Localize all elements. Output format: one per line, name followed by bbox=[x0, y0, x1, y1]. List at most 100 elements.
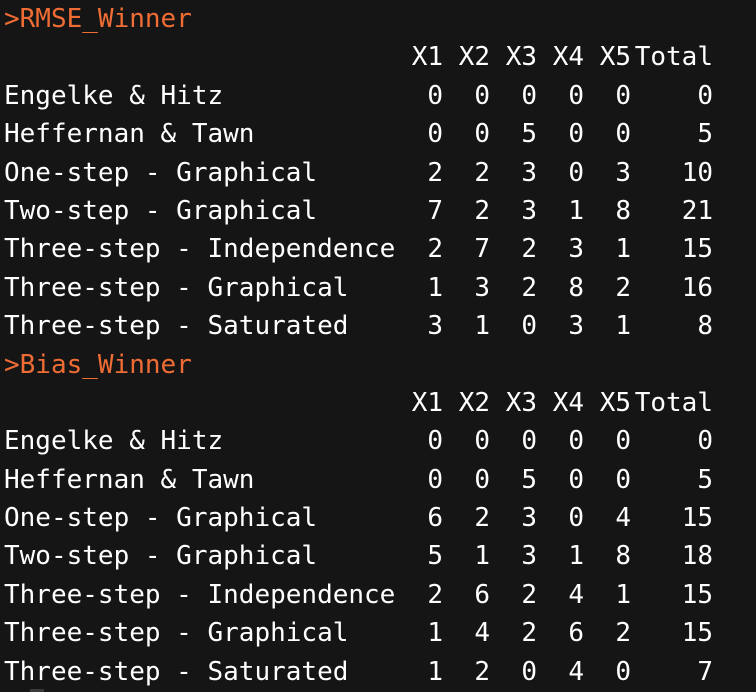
table-cell: 5 bbox=[521, 464, 537, 495]
table-cell: 2 bbox=[427, 157, 443, 188]
table-cell: 4 bbox=[615, 503, 631, 534]
table-cell: 0 bbox=[697, 80, 713, 111]
table-cell: 4 bbox=[474, 618, 490, 649]
table-row: Three-step - Graphical 1 4 2 6 2 15 bbox=[4, 614, 756, 652]
command-text: Bias_Winner bbox=[19, 349, 192, 380]
table-cell: 2 bbox=[615, 618, 631, 649]
table-cell: 2 bbox=[521, 579, 537, 610]
table-cell: 0 bbox=[521, 656, 537, 687]
table-cell: 5 bbox=[697, 464, 713, 495]
row-label: Three-step - Independence bbox=[4, 234, 396, 265]
table-cell: 1 bbox=[427, 618, 443, 649]
row-label: Three-step - Saturated bbox=[4, 656, 349, 687]
table-cell: 21 bbox=[681, 195, 713, 226]
table-cell: 3 bbox=[568, 234, 584, 265]
command-text: RMSE_Winner bbox=[19, 4, 192, 34]
table-cell: 3 bbox=[427, 311, 443, 342]
column-header: X4 bbox=[552, 387, 584, 418]
table-cell: 5 bbox=[521, 119, 537, 150]
table-cell: 7 bbox=[697, 656, 713, 687]
table-cell: 2 bbox=[427, 579, 443, 610]
table-cell: 0 bbox=[521, 426, 537, 457]
table-cell: 0 bbox=[474, 119, 490, 150]
table-cell: 8 bbox=[568, 272, 584, 303]
table-cell: 0 bbox=[615, 80, 631, 111]
table-cell: 0 bbox=[615, 119, 631, 150]
table-cell: 8 bbox=[615, 195, 631, 226]
table-cell: 0 bbox=[568, 157, 584, 188]
table-cell: 18 bbox=[681, 541, 713, 572]
table-cell: 7 bbox=[474, 234, 490, 265]
table-cell: 15 bbox=[681, 234, 713, 265]
table-cell: 0 bbox=[427, 464, 443, 495]
row-label: Heffernan & Tawn bbox=[4, 119, 255, 150]
table-cell: 3 bbox=[474, 272, 490, 303]
table-cell: 0 bbox=[615, 426, 631, 457]
table-cell: 0 bbox=[615, 656, 631, 687]
row-label: Three-step - Graphical bbox=[4, 272, 349, 303]
table-row: Three-step - Saturated 1 2 0 4 0 7 bbox=[4, 653, 756, 691]
table-cell: 8 bbox=[615, 541, 631, 572]
table-row: Heffernan & Tawn 0 0 5 0 0 5 bbox=[4, 461, 756, 499]
row-label: Heffernan & Tawn bbox=[4, 464, 255, 495]
column-header: X5 bbox=[599, 42, 631, 73]
table-cell: 5 bbox=[427, 541, 443, 572]
table-cell: 1 bbox=[568, 541, 584, 572]
table-cell: 1 bbox=[474, 311, 490, 342]
row-label: Three-step - Graphical bbox=[4, 618, 349, 649]
table-cell: 3 bbox=[615, 157, 631, 188]
table-cell: 2 bbox=[615, 272, 631, 303]
table-row: Three-step - Independence 2 7 2 3 1 15 bbox=[4, 230, 756, 268]
table-cell: 0 bbox=[427, 80, 443, 111]
table-cell: 10 bbox=[681, 157, 713, 188]
table-cell: 2 bbox=[521, 272, 537, 303]
table-cell: 0 bbox=[615, 464, 631, 495]
table-cell: 3 bbox=[521, 157, 537, 188]
table-cell: 15 bbox=[681, 579, 713, 610]
table-cell: 2 bbox=[474, 195, 490, 226]
row-label: Three-step - Saturated bbox=[4, 311, 349, 342]
table-row: Two-step - Graphical 7 2 3 1 8 21 bbox=[4, 192, 756, 230]
row-label: One-step - Graphical bbox=[4, 503, 318, 534]
table-cell: 0 bbox=[427, 426, 443, 457]
table-cell: 2 bbox=[474, 656, 490, 687]
table-row: Three-step - Graphical 1 3 2 8 2 16 bbox=[4, 269, 756, 307]
table-cell: 0 bbox=[427, 119, 443, 150]
row-label: One-step - Graphical bbox=[4, 157, 318, 188]
table-cell: 0 bbox=[474, 426, 490, 457]
table-row: Engelke & Hitz 0 0 0 0 0 0 bbox=[4, 77, 756, 115]
column-header: X2 bbox=[458, 42, 490, 73]
table-cell: 0 bbox=[568, 119, 584, 150]
column-header: X1 bbox=[411, 387, 443, 418]
table-cell: 7 bbox=[427, 195, 443, 226]
prompt-symbol: > bbox=[4, 349, 20, 380]
table-cell: 15 bbox=[681, 618, 713, 649]
table-cell: 0 bbox=[474, 464, 490, 495]
table-row: Three-step - Independence 2 6 2 4 1 15 bbox=[4, 576, 756, 614]
row-label: Three-step - Independence bbox=[4, 579, 396, 610]
table-cell: 0 bbox=[568, 80, 584, 111]
table-cell: 1 bbox=[615, 311, 631, 342]
table-row: One-step - Graphical 2 2 3 0 3 10 bbox=[4, 154, 756, 192]
table-cell: 0 bbox=[568, 426, 584, 457]
table-cell: 15 bbox=[681, 503, 713, 534]
table-cell: 4 bbox=[568, 656, 584, 687]
table-cell: 1 bbox=[615, 579, 631, 610]
table-cell: 3 bbox=[521, 195, 537, 226]
table-cell: 0 bbox=[474, 80, 490, 111]
column-header: Total bbox=[634, 42, 713, 73]
table-cell: 0 bbox=[521, 80, 537, 111]
console-command-line: > RMSE_Winner bbox=[4, 0, 756, 38]
r-console-output[interactable]: > RMSE_Winner X1 X2 X3 X4 X5 Total Engelke & Hi… bbox=[4, 0, 756, 691]
table-cell: 16 bbox=[681, 272, 713, 303]
table-header-row: X1 X2 X3 X4 X5 Total bbox=[4, 384, 756, 422]
table-cell: 3 bbox=[521, 503, 537, 534]
table-cell: 2 bbox=[521, 234, 537, 265]
table-cell: 2 bbox=[474, 503, 490, 534]
column-header: X5 bbox=[599, 387, 631, 418]
column-header: X2 bbox=[458, 387, 490, 418]
table-cell: 3 bbox=[568, 311, 584, 342]
row-label: Engelke & Hitz bbox=[4, 80, 224, 111]
table-cell: 1 bbox=[427, 656, 443, 687]
column-header: X1 bbox=[411, 42, 443, 73]
